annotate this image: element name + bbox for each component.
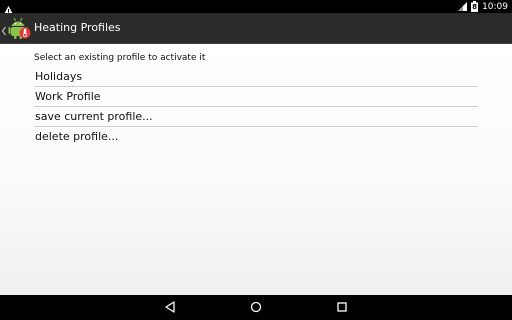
android-app-icon[interactable] xyxy=(8,16,32,40)
signal-icon xyxy=(458,2,468,11)
page-title: Heating Profiles xyxy=(34,21,121,34)
main-content: Select an existing profile to activate i… xyxy=(0,44,512,295)
profile-list: Holidays Work Profile save current profi… xyxy=(34,67,478,146)
clock: 10:09 xyxy=(482,1,508,12)
delete-profile-item[interactable]: delete profile... xyxy=(34,127,478,146)
recents-square-icon[interactable] xyxy=(334,299,350,315)
action-bar: Heating Profiles xyxy=(0,13,512,44)
battery-icon: 8 xyxy=(471,1,479,12)
navigation-bar xyxy=(0,295,512,320)
chevron-left-icon[interactable] xyxy=(1,22,7,36)
profile-item-work-profile[interactable]: Work Profile xyxy=(34,87,478,107)
warning-triangle-icon xyxy=(3,1,14,15)
back-triangle-icon[interactable] xyxy=(162,299,178,315)
profile-item-holidays[interactable]: Holidays xyxy=(34,67,478,87)
instruction-text: Select an existing profile to activate i… xyxy=(34,53,206,63)
home-circle-icon[interactable] xyxy=(248,299,264,315)
status-bar: 8 10:09 xyxy=(0,0,512,15)
save-profile-item[interactable]: save current profile... xyxy=(34,107,478,127)
battery-level: 8 xyxy=(472,3,477,11)
